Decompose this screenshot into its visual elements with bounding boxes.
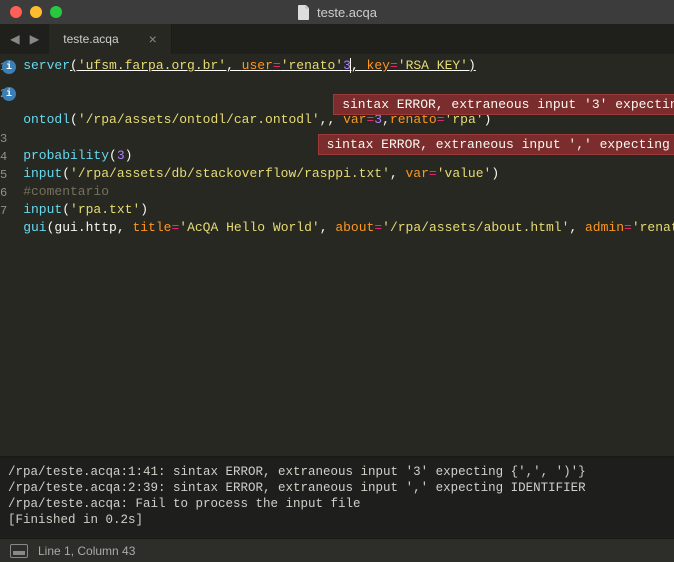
gutter-line[interactable]: 5	[0, 166, 15, 184]
gutter: i 1 i 2 3 4 5 6 7	[0, 54, 15, 456]
tab-file[interactable]: teste.acqa ×	[49, 24, 172, 54]
nav-arrows: ◀ ▶	[0, 24, 49, 54]
tab-label: teste.acqa	[63, 32, 118, 46]
maximize-icon[interactable]	[50, 6, 62, 18]
code-line[interactable]: input('/rpa/assets/db/stackoverflow/rasp…	[23, 166, 674, 184]
code-area[interactable]: server('ufsm.farpa.org.br', user='renato…	[15, 54, 674, 456]
gutter-line[interactable]: i 1	[0, 58, 15, 76]
output-line: [Finished in 0.2s]	[8, 513, 143, 527]
output-panel[interactable]: /rpa/teste.acqa:1:41: sintax ERROR, extr…	[0, 458, 674, 538]
error-tooltip: sintax ERROR, extraneous input '3' expec…	[333, 94, 674, 115]
info-marker-icon[interactable]: i	[2, 87, 16, 101]
nav-forward-icon[interactable]: ▶	[30, 29, 40, 49]
code-line[interactable]: #comentario	[23, 184, 674, 202]
tab-close-icon[interactable]: ×	[149, 31, 157, 47]
gutter-line[interactable]: 6	[0, 184, 15, 202]
output-line: /rpa/teste.acqa:1:41: sintax ERROR, extr…	[8, 465, 586, 479]
gutter-line[interactable]: 3	[0, 112, 15, 148]
info-marker-icon[interactable]: i	[2, 60, 16, 74]
gutter-line[interactable]: 7	[0, 202, 15, 220]
gutter-line[interactable]: i 2	[0, 76, 15, 112]
statusbar: Line 1, Column 43	[0, 538, 674, 562]
minimize-icon[interactable]	[30, 6, 42, 18]
code-line: sintax ERROR, extraneous input '3' expec…	[23, 76, 674, 112]
nav-back-icon[interactable]: ◀	[10, 29, 20, 49]
code-line[interactable]: gui(gui.http, title='AcQA Hello World', …	[23, 220, 674, 238]
code-line[interactable]: server('ufsm.farpa.org.br', user='renato…	[23, 58, 674, 76]
error-tooltip: sintax ERROR, extraneous input ',' expec…	[318, 134, 674, 155]
panel-toggle-icon[interactable]	[10, 544, 28, 558]
window-title-text: teste.acqa	[317, 5, 377, 20]
tab-bar: ◀ ▶ teste.acqa ×	[0, 24, 674, 54]
cursor-position[interactable]: Line 1, Column 43	[38, 544, 135, 558]
traffic-lights	[0, 6, 62, 18]
close-icon[interactable]	[10, 6, 22, 18]
editor[interactable]: i 1 i 2 3 4 5 6 7 server('ufsm.farpa.org…	[0, 54, 674, 456]
code-line: sintax ERROR, extraneous input ',' expec…	[23, 130, 674, 148]
window-title: teste.acqa	[297, 4, 377, 20]
output-line: /rpa/teste.acqa:2:39: sintax ERROR, extr…	[8, 481, 586, 495]
gutter-line[interactable]: 4	[0, 148, 15, 166]
document-icon	[297, 4, 311, 20]
code-line[interactable]: input('rpa.txt')	[23, 202, 674, 220]
output-line: /rpa/teste.acqa: Fail to process the inp…	[8, 497, 361, 511]
titlebar: teste.acqa	[0, 0, 674, 24]
